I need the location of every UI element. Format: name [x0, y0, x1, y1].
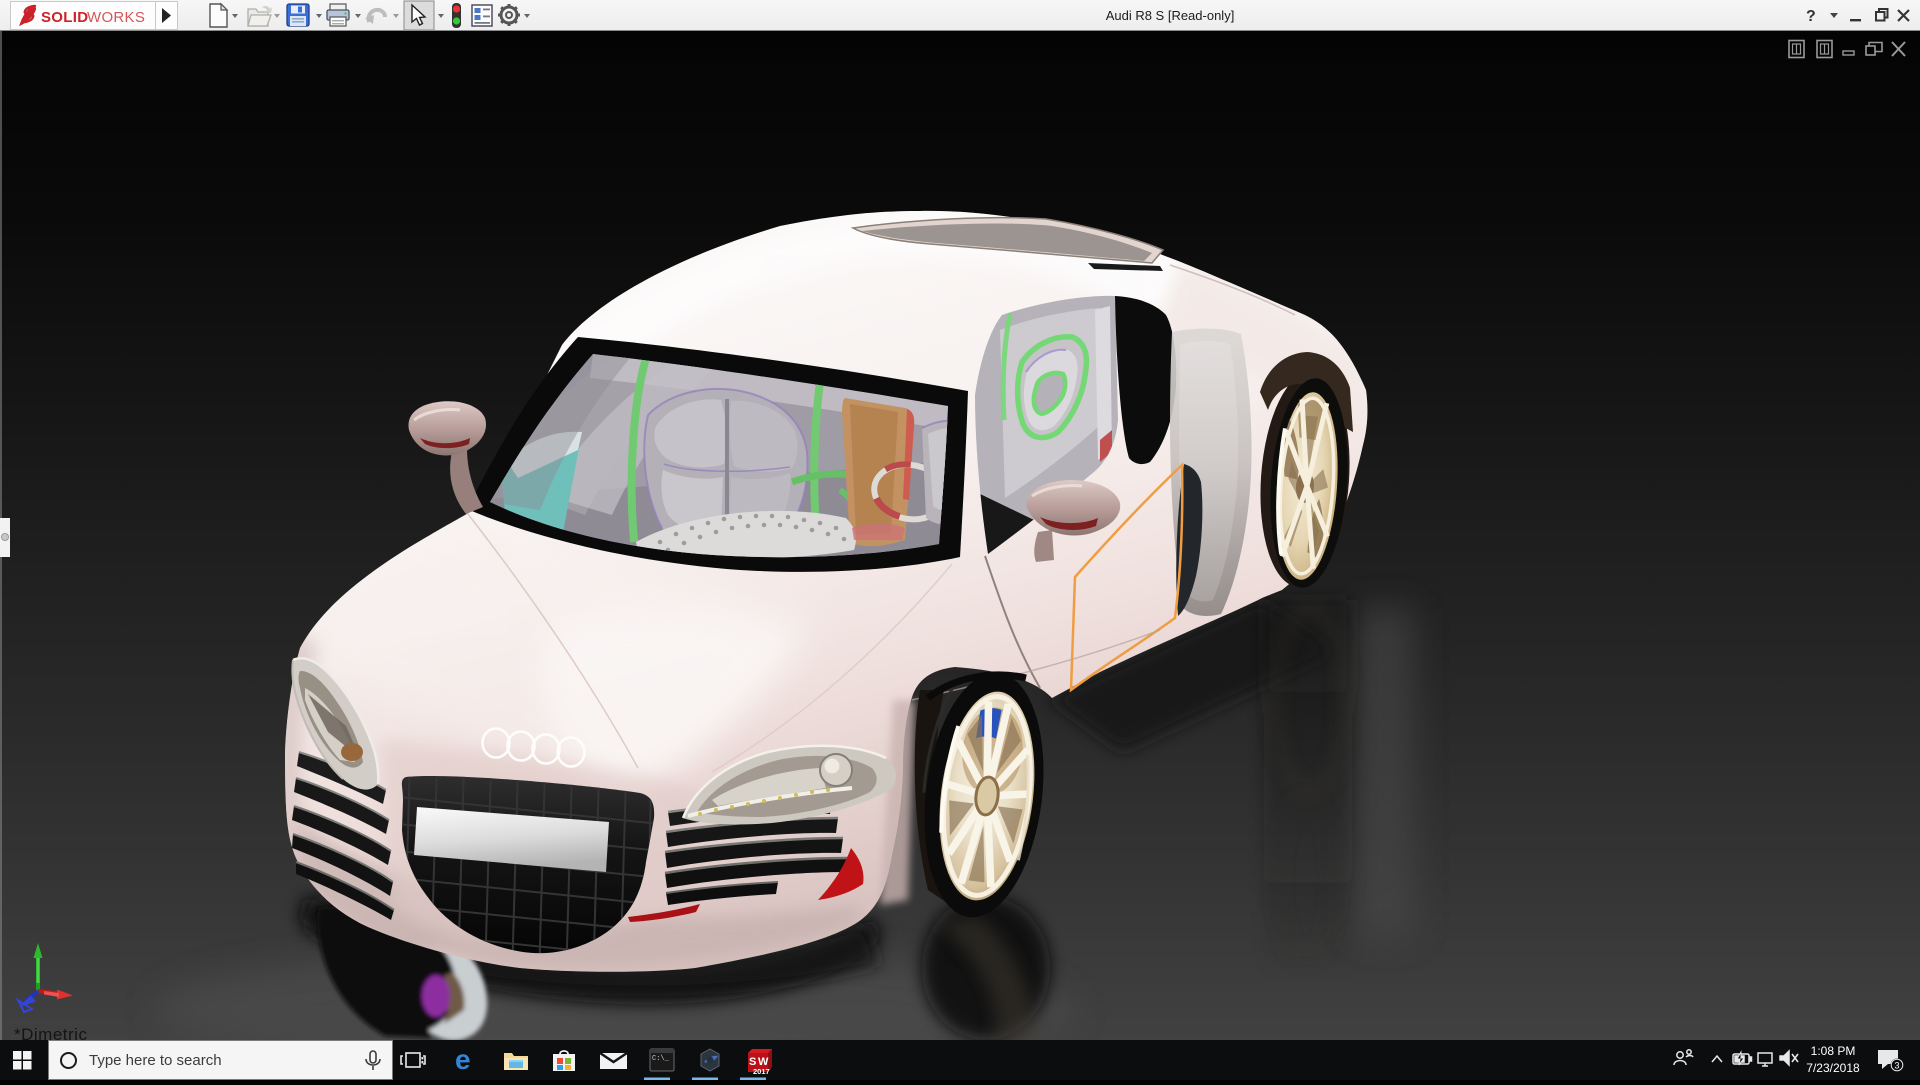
svg-text:?: ?: [1806, 8, 1816, 25]
svg-text:C:\_: C:\_: [652, 1055, 670, 1063]
svg-text:3: 3: [1895, 1061, 1900, 1071]
svg-text:2017: 2017: [753, 1067, 770, 1076]
svg-text:SOLID: SOLID: [41, 9, 88, 26]
svg-text:WORKS: WORKS: [87, 9, 145, 26]
svg-text:e: e: [455, 1044, 471, 1075]
